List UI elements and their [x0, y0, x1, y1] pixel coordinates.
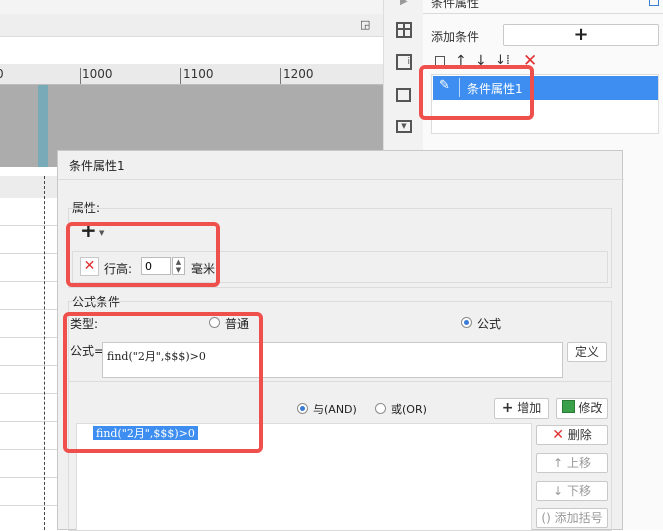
and-radio[interactable] [297, 403, 308, 414]
ruler-tick-label: 0 [0, 67, 4, 81]
ruler-tick-label: 1100 [183, 67, 214, 81]
add-attr-dropdown-icon[interactable]: ▼ [99, 229, 104, 237]
type-normal-radio[interactable] [209, 317, 220, 328]
add-attr-icon[interactable]: + [80, 220, 97, 240]
add-icon: + [573, 24, 589, 45]
formula-list: find("2月",$$$)>0 [76, 423, 532, 531]
new-doc-icon[interactable] [435, 56, 445, 69]
column-divider [38, 85, 48, 167]
delete-icon: ✕ [552, 427, 564, 443]
and-label: 与(AND) [313, 403, 357, 416]
modify-button[interactable]: 修改 [556, 398, 608, 419]
formula-label: 公式= [70, 344, 105, 358]
ruler-tick-label: 1200 [283, 67, 314, 81]
add-condition-button[interactable]: + [503, 24, 659, 46]
up-arrow-icon: ↑ [553, 456, 564, 470]
plus-icon: + [501, 400, 514, 416]
row-height-unit: 毫米 [191, 262, 216, 276]
frame-icon[interactable] [396, 88, 411, 102]
info-grid-icon[interactable]: i [396, 54, 412, 70]
formula-text: find("2月",$$$)>0 [107, 350, 206, 363]
define-button[interactable]: 定义 [567, 342, 607, 362]
expand-arrow-icon[interactable]: ▶ [400, 0, 408, 7]
row-height-stepper[interactable]: ▲ ▼ [172, 257, 185, 275]
dashed-page-border [44, 176, 45, 530]
dialog-title: 条件属性1 [69, 159, 125, 173]
bracket-icon: () [541, 511, 551, 525]
delete-button[interactable]: ✕ 删除 [536, 425, 608, 445]
ruler: 0 1000 1100 1200 [0, 64, 383, 85]
sheet-grid [0, 198, 60, 530]
sheet-header-strip [0, 176, 60, 198]
edit-pencil-icon: ✎ [439, 78, 460, 97]
external-link-icon[interactable] [649, 0, 659, 6]
type-normal-label: 普通 [225, 317, 250, 331]
panel-title: 条件属性 [431, 0, 480, 10]
move-down-icon[interactable]: ↓ [475, 53, 487, 69]
type-formula-radio[interactable] [461, 317, 472, 328]
add-bracket-button[interactable]: () 添加括号 [536, 508, 608, 528]
dropdown-box-icon[interactable]: ▼ [396, 120, 412, 133]
delete-condition-icon[interactable]: ✕ [523, 51, 537, 71]
formula-input[interactable]: find("2月",$$$)>0 [102, 342, 563, 378]
panel-title-underline [423, 13, 663, 14]
condition-item-selected[interactable]: ✎ 条件属性1 [433, 76, 658, 100]
add-button[interactable]: + 增加 [494, 398, 549, 419]
sort-icon[interactable]: ↓⁞ [495, 53, 510, 68]
editor-toolbar [0, 14, 383, 37]
row-height-input[interactable] [141, 257, 171, 275]
collapse-arrow-icon[interactable]: ◲ [360, 18, 372, 31]
or-label: 或(OR) [391, 403, 427, 416]
or-radio[interactable] [375, 403, 386, 414]
ruler-tick-label: 1000 [82, 67, 113, 81]
add-condition-label: 添加条件 [431, 30, 480, 44]
down-arrow-icon: ↓ [553, 484, 564, 498]
condition-dialog: 条件属性1 属性: + ▼ ✕ 行高: ▲▼ 毫米 公式条件 类型: 普通 公式… [57, 150, 624, 531]
type-formula-label: 公式 [477, 317, 502, 331]
condition-item-label: 条件属性1 [467, 82, 523, 96]
type-label: 类型: [70, 317, 99, 331]
move-up-icon[interactable]: ↑ [455, 53, 467, 69]
list-item[interactable]: find("2月",$$$)>0 [93, 426, 198, 440]
remove-row-height-icon[interactable]: ✕ [80, 257, 99, 276]
condition-toolbar: ↑ ↓ ↓⁞ ✕ [433, 51, 659, 74]
table-insert-icon[interactable] [396, 22, 412, 38]
move-up-button[interactable]: ↑ 上移 [536, 453, 608, 473]
move-down-button[interactable]: ↓ 下移 [536, 481, 608, 501]
modify-icon [561, 400, 575, 413]
row-height-label: 行高: [104, 262, 133, 276]
